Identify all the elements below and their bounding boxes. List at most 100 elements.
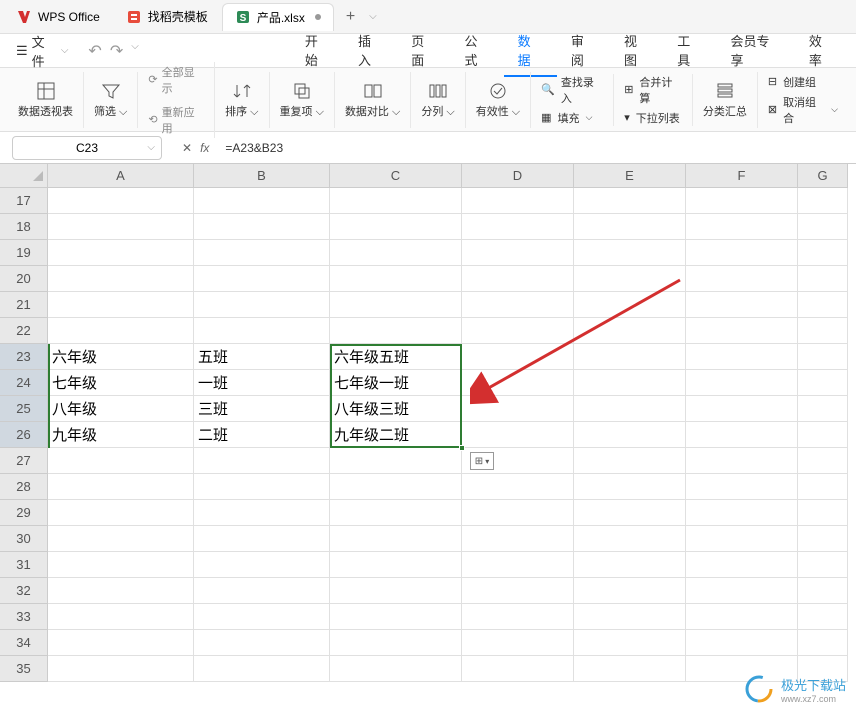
menu-tab-3[interactable]: 公式 bbox=[450, 25, 503, 77]
row-header-26[interactable]: 26 bbox=[0, 422, 48, 448]
cell-G19[interactable] bbox=[798, 240, 848, 266]
column-header-B[interactable]: B bbox=[194, 164, 330, 188]
cell-G31[interactable] bbox=[798, 552, 848, 578]
sort-button[interactable]: 排序 ⌵ bbox=[215, 72, 269, 128]
cell-A24[interactable]: 七年级 bbox=[48, 370, 194, 396]
cell-B24[interactable]: 一班 bbox=[194, 370, 330, 396]
cell-A30[interactable] bbox=[48, 526, 194, 552]
select-all-corner[interactable] bbox=[0, 164, 48, 188]
group-button[interactable]: ⊟ 创建组 bbox=[768, 74, 838, 90]
cell-C22[interactable] bbox=[330, 318, 462, 344]
menu-tab-1[interactable]: 插入 bbox=[344, 25, 397, 77]
menu-tab-4[interactable]: 数据 bbox=[504, 25, 557, 77]
column-header-C[interactable]: C bbox=[330, 164, 462, 188]
cell-F26[interactable] bbox=[686, 422, 798, 448]
cell-C27[interactable] bbox=[330, 448, 462, 474]
cell-B20[interactable] bbox=[194, 266, 330, 292]
template-tab[interactable]: 找稻壳模板 bbox=[114, 3, 220, 31]
validation-button[interactable]: 有效性 ⌵ bbox=[466, 72, 531, 128]
data-compare-button[interactable]: 数据对比 ⌵ bbox=[335, 72, 411, 128]
cell-E28[interactable] bbox=[574, 474, 686, 500]
cell-E27[interactable] bbox=[574, 448, 686, 474]
cell-C18[interactable] bbox=[330, 214, 462, 240]
column-header-A[interactable]: A bbox=[48, 164, 194, 188]
cell-E31[interactable] bbox=[574, 552, 686, 578]
menu-tab-9[interactable]: 效率 bbox=[795, 25, 848, 77]
cell-C34[interactable] bbox=[330, 630, 462, 656]
row-header-18[interactable]: 18 bbox=[0, 214, 48, 240]
reapply-button[interactable]: ⟲ 重新应用 bbox=[148, 102, 204, 138]
cell-G21[interactable] bbox=[798, 292, 848, 318]
cell-G17[interactable] bbox=[798, 188, 848, 214]
cell-F32[interactable] bbox=[686, 578, 798, 604]
cell-E22[interactable] bbox=[574, 318, 686, 344]
cell-F22[interactable] bbox=[686, 318, 798, 344]
cell-D32[interactable] bbox=[462, 578, 574, 604]
cell-A19[interactable] bbox=[48, 240, 194, 266]
column-header-G[interactable]: G bbox=[798, 164, 848, 188]
cell-F30[interactable] bbox=[686, 526, 798, 552]
cell-F21[interactable] bbox=[686, 292, 798, 318]
row-header-25[interactable]: 25 bbox=[0, 396, 48, 422]
cell-A34[interactable] bbox=[48, 630, 194, 656]
cell-G26[interactable] bbox=[798, 422, 848, 448]
cell-E32[interactable] bbox=[574, 578, 686, 604]
menu-tab-0[interactable]: 开始 bbox=[291, 25, 344, 77]
row-header-30[interactable]: 30 bbox=[0, 526, 48, 552]
cell-A28[interactable] bbox=[48, 474, 194, 500]
cell-B22[interactable] bbox=[194, 318, 330, 344]
cell-D24[interactable] bbox=[462, 370, 574, 396]
cell-E24[interactable] bbox=[574, 370, 686, 396]
row-header-33[interactable]: 33 bbox=[0, 604, 48, 630]
column-header-E[interactable]: E bbox=[574, 164, 686, 188]
cell-F27[interactable] bbox=[686, 448, 798, 474]
name-box[interactable]: C23 ⌵ bbox=[12, 136, 162, 160]
menu-tab-7[interactable]: 工具 bbox=[663, 25, 716, 77]
cell-C32[interactable] bbox=[330, 578, 462, 604]
cell-C23[interactable]: 六年级五班 bbox=[330, 344, 462, 370]
fx-icon[interactable]: fx bbox=[200, 141, 209, 155]
file-menu-button[interactable]: ☰ 文件 ⌵ bbox=[8, 28, 76, 74]
cell-B27[interactable] bbox=[194, 448, 330, 474]
cell-E34[interactable] bbox=[574, 630, 686, 656]
cell-C28[interactable] bbox=[330, 474, 462, 500]
cell-D17[interactable] bbox=[462, 188, 574, 214]
cell-F28[interactable] bbox=[686, 474, 798, 500]
cell-B28[interactable] bbox=[194, 474, 330, 500]
cell-C35[interactable] bbox=[330, 656, 462, 682]
cell-D18[interactable] bbox=[462, 214, 574, 240]
show-all-button[interactable]: ⟳ 全部显示 bbox=[148, 62, 204, 98]
cell-D20[interactable] bbox=[462, 266, 574, 292]
cell-E26[interactable] bbox=[574, 422, 686, 448]
cell-E35[interactable] bbox=[574, 656, 686, 682]
cell-E29[interactable] bbox=[574, 500, 686, 526]
cell-G30[interactable] bbox=[798, 526, 848, 552]
cell-G32[interactable] bbox=[798, 578, 848, 604]
cell-E23[interactable] bbox=[574, 344, 686, 370]
cell-A31[interactable] bbox=[48, 552, 194, 578]
cell-F19[interactable] bbox=[686, 240, 798, 266]
row-header-22[interactable]: 22 bbox=[0, 318, 48, 344]
cell-E19[interactable] bbox=[574, 240, 686, 266]
cells-area[interactable]: 六年级五班六年级五班七年级一班七年级一班八年级三班八年级三班九年级二班九年级二班… bbox=[48, 188, 848, 682]
cell-E20[interactable] bbox=[574, 266, 686, 292]
row-header-17[interactable]: 17 bbox=[0, 188, 48, 214]
cell-D31[interactable] bbox=[462, 552, 574, 578]
cancel-formula-icon[interactable]: ✕ bbox=[182, 141, 192, 155]
cell-B34[interactable] bbox=[194, 630, 330, 656]
pivot-table-button[interactable]: 数据透视表 bbox=[8, 72, 84, 128]
cell-B31[interactable] bbox=[194, 552, 330, 578]
cell-E33[interactable] bbox=[574, 604, 686, 630]
cell-B33[interactable] bbox=[194, 604, 330, 630]
cell-F33[interactable] bbox=[686, 604, 798, 630]
dropdown-list-button[interactable]: ▾ 下拉列表 bbox=[624, 110, 682, 126]
cell-A21[interactable] bbox=[48, 292, 194, 318]
cell-D30[interactable] bbox=[462, 526, 574, 552]
cell-D21[interactable] bbox=[462, 292, 574, 318]
cell-D23[interactable] bbox=[462, 344, 574, 370]
cell-A18[interactable] bbox=[48, 214, 194, 240]
cell-G24[interactable] bbox=[798, 370, 848, 396]
fill-handle[interactable] bbox=[459, 445, 465, 451]
cell-G18[interactable] bbox=[798, 214, 848, 240]
cell-A33[interactable] bbox=[48, 604, 194, 630]
